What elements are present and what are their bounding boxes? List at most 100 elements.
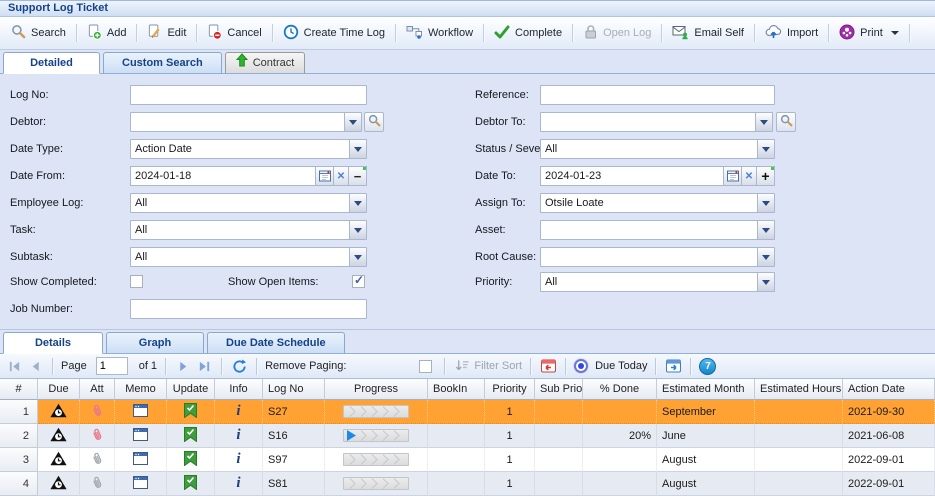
- root-cause-combo[interactable]: [540, 247, 775, 267]
- clear-date-icon[interactable]: [742, 166, 757, 186]
- update-flag-icon[interactable]: [184, 451, 197, 469]
- import-button[interactable]: Import: [758, 20, 825, 46]
- update-flag-icon[interactable]: [184, 427, 197, 445]
- task-combo[interactable]: All: [130, 220, 367, 240]
- edit-button[interactable]: Edit: [140, 20, 193, 47]
- update-flag-icon[interactable]: [184, 475, 197, 493]
- last-page-icon[interactable]: [195, 357, 213, 375]
- column-header-progress[interactable]: Progress: [325, 379, 428, 400]
- first-page-icon[interactable]: [5, 357, 23, 375]
- calendar-icon[interactable]: [724, 166, 742, 186]
- info-icon[interactable]: i: [236, 428, 240, 443]
- attachment-paperclip-icon[interactable]: [88, 449, 105, 470]
- chevron-down-icon[interactable]: [757, 273, 774, 291]
- increment-date-button[interactable]: [757, 166, 775, 186]
- status-severity-combo[interactable]: All: [540, 139, 775, 159]
- calendar-icon[interactable]: [316, 166, 334, 186]
- chevron-down-icon[interactable]: [344, 113, 361, 131]
- chevron-down-icon[interactable]: [349, 248, 366, 266]
- previous-due-date-icon[interactable]: [539, 357, 557, 375]
- asset-combo[interactable]: [540, 220, 775, 240]
- chevron-down-icon[interactable]: [349, 194, 366, 212]
- job-number-input[interactable]: [130, 299, 367, 319]
- date-from-input[interactable]: 2024-01-18: [130, 166, 316, 186]
- column-header-memo[interactable]: Memo: [115, 379, 167, 400]
- table-row[interactable]: 3 i S97 1 August 2022-09-01: [0, 448, 935, 472]
- date-to-input[interactable]: 2024-01-23: [540, 166, 724, 186]
- open-log-button[interactable]: Open Log: [576, 20, 658, 47]
- print-button[interactable]: Print: [832, 20, 906, 47]
- complete-button[interactable]: Complete: [487, 21, 569, 46]
- show-open-items-checkbox[interactable]: [352, 275, 365, 288]
- chevron-down-icon[interactable]: [757, 140, 774, 158]
- tab-detailed[interactable]: Detailed: [3, 52, 100, 74]
- info-icon[interactable]: i: [236, 404, 240, 419]
- update-flag-icon[interactable]: [184, 403, 197, 421]
- memo-icon[interactable]: [133, 404, 148, 420]
- workflow-button[interactable]: Workflow: [399, 20, 480, 46]
- column-header-sub-prior[interactable]: Sub Prior: [535, 379, 583, 400]
- chevron-down-icon[interactable]: [349, 140, 366, 158]
- tab-due-date-schedule[interactable]: Due Date Schedule: [207, 332, 345, 354]
- debtor-combo[interactable]: [130, 112, 362, 132]
- chevron-down-icon[interactable]: [349, 221, 366, 239]
- column-header-att[interactable]: Att: [80, 379, 115, 400]
- debtor-search-button[interactable]: [364, 112, 384, 132]
- due-today-radio[interactable]: [574, 359, 588, 373]
- attachment-paperclip-icon[interactable]: [88, 401, 105, 422]
- chevron-down-icon[interactable]: [757, 248, 774, 266]
- tab-details[interactable]: Details: [3, 332, 103, 354]
- reference-input[interactable]: [540, 85, 775, 105]
- add-button[interactable]: Add: [80, 20, 134, 47]
- column-header-due[interactable]: Due: [38, 379, 80, 400]
- debtor-to-combo[interactable]: [540, 112, 773, 132]
- table-row[interactable]: 2 i S16 1 20% June 2021-06-08: [0, 424, 935, 448]
- create-time-log-button[interactable]: Create Time Log: [276, 20, 392, 47]
- filter-sort-icon[interactable]: [453, 357, 471, 375]
- date-type-combo[interactable]: Action Date: [130, 139, 367, 159]
- chevron-down-icon[interactable]: [757, 221, 774, 239]
- search-button[interactable]: Search: [4, 20, 73, 46]
- column-header-action-date[interactable]: Action Date: [843, 379, 935, 400]
- memo-icon[interactable]: [133, 476, 148, 492]
- log-no-input[interactable]: [130, 85, 367, 105]
- assign-to-combo[interactable]: Otsile Loate: [540, 193, 775, 213]
- column-header-log-no[interactable]: Log No: [263, 379, 325, 400]
- memo-icon[interactable]: [133, 452, 148, 468]
- memo-icon[interactable]: [133, 428, 148, 444]
- column-header-priority[interactable]: Priority: [485, 379, 535, 400]
- attachment-paperclip-icon[interactable]: [88, 473, 105, 494]
- decrement-date-button[interactable]: [349, 166, 367, 186]
- info-icon[interactable]: i: [236, 476, 240, 491]
- next-page-icon[interactable]: [174, 357, 192, 375]
- attachment-paperclip-icon[interactable]: [88, 425, 105, 446]
- previous-page-icon[interactable]: [26, 357, 44, 375]
- column-header-bookin[interactable]: BookIn: [428, 379, 485, 400]
- subtask-combo[interactable]: All: [130, 247, 367, 267]
- info-icon[interactable]: i: [236, 452, 240, 467]
- tab-contract[interactable]: Contract: [225, 52, 306, 74]
- cancel-button[interactable]: Cancel: [200, 20, 268, 47]
- show-completed-checkbox[interactable]: [130, 275, 143, 288]
- table-row[interactable]: 4 i S81 1 August 2022-09-01: [0, 472, 935, 496]
- column-header-estimated-month[interactable]: Estimated Month: [657, 379, 755, 400]
- column-header-pct-done[interactable]: % Done: [583, 379, 657, 400]
- column-header-estimated-hours[interactable]: Estimated Hours: [755, 379, 843, 400]
- column-header-update[interactable]: Update: [167, 379, 215, 400]
- email-self-button[interactable]: Email Self: [665, 20, 751, 47]
- column-header-num[interactable]: #: [0, 379, 38, 400]
- table-row[interactable]: 1 i S27 1 September 2021-09-30: [0, 400, 935, 424]
- debtor-to-search-button[interactable]: [776, 112, 796, 132]
- column-header-info[interactable]: Info: [215, 379, 263, 400]
- chevron-down-icon[interactable]: [757, 194, 774, 212]
- remove-paging-checkbox[interactable]: [419, 360, 432, 373]
- employee-log-combo[interactable]: All: [130, 193, 367, 213]
- next-due-date-icon[interactable]: [664, 357, 682, 375]
- clear-date-icon[interactable]: [334, 166, 349, 186]
- page-number-input[interactable]: [96, 357, 128, 375]
- refresh-icon[interactable]: [230, 357, 248, 375]
- priority-combo[interactable]: All: [540, 272, 775, 292]
- chevron-down-icon[interactable]: [755, 113, 772, 131]
- tab-custom-search[interactable]: Custom Search: [103, 52, 222, 74]
- tab-graph[interactable]: Graph: [106, 332, 204, 354]
